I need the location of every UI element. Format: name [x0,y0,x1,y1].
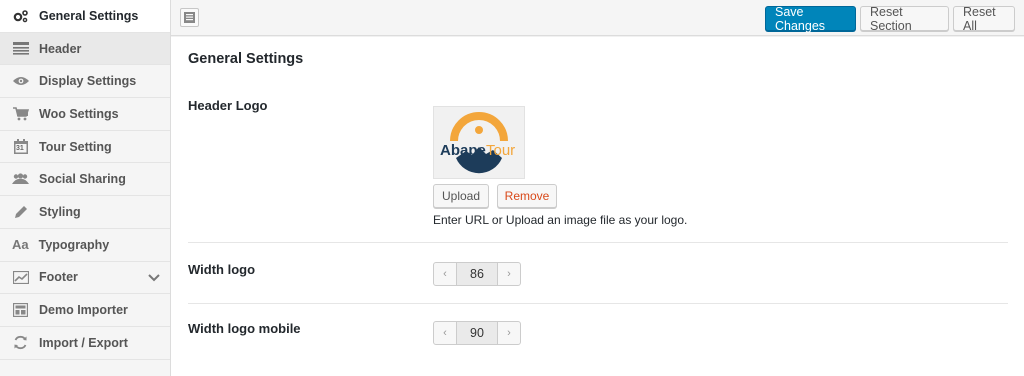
logo-text-tour: Tour [486,142,515,159]
chart-icon [12,269,29,285]
sidebar-item-label: Footer [39,270,78,285]
toolbar: Save Changes Reset Section Reset All [171,0,1024,36]
sidebar-item-footer[interactable]: Footer [0,262,170,295]
chevron-right-icon[interactable]: › [498,322,520,344]
calendar-icon: 31 [12,139,29,155]
settings-panel: General Settings Header Logo Abape Tour … [171,37,1024,376]
header-icon [12,41,29,57]
sidebar-item-tour-setting[interactable]: 31 Tour Setting [0,131,170,164]
upload-button[interactable]: Upload [433,184,490,208]
sidebar-item-header[interactable]: Header [0,32,170,66]
sidebar-item-import-export[interactable]: Import / Export [0,327,170,360]
width-logo-mobile-label: Width logo mobile [188,321,301,336]
divider [188,242,1008,243]
logo-preview: Abape Tour [433,106,525,179]
sidebar-item-label: General Settings [39,8,139,23]
sidebar-item-woo-settings[interactable]: Woo Settings [0,98,170,131]
width-logo-label: Width logo [188,262,256,277]
sidebar-item-display-settings[interactable]: Display Settings [0,65,170,99]
logo-help-text: Enter URL or Upload an image file as you… [433,213,688,227]
sidebar-item-label: Styling [39,204,81,219]
sidebar-item-label: Demo Importer [39,303,128,318]
sidebar-item-label: Social Sharing [39,172,126,187]
header-logo-label: Header Logo [188,98,268,113]
remove-button[interactable]: Remove [497,184,557,208]
divider [188,303,1008,304]
width-logo-mobile-stepper[interactable]: ‹ 90 › [433,321,521,345]
sidebar-item-label: Header [39,41,82,56]
width-logo-stepper[interactable]: ‹ 86 › [433,262,521,286]
sidebar-item-label: Tour Setting [39,139,112,154]
refresh-icon [12,335,29,351]
sidebar-item-typography[interactable]: Aa Typography [0,229,170,262]
expand-toggle-button[interactable] [180,8,199,27]
chevron-down-icon[interactable] [148,271,160,283]
sidebar-item-social-sharing[interactable]: Social Sharing [0,163,170,197]
chevron-right-icon[interactable]: › [498,263,520,285]
eye-icon [12,73,29,89]
layout-icon [12,302,29,318]
save-changes-button[interactable]: Save Changes [765,5,856,33]
reset-all-button[interactable]: Reset All [953,5,1015,33]
reset-section-button[interactable]: Reset Section [860,5,949,33]
sidebar-item-general-settings[interactable]: General Settings [0,0,170,33]
typography-icon: Aa [12,237,29,253]
sidebar-item-label: Display Settings [39,74,137,89]
list-icon [184,12,195,23]
logo-text-abape: Abape [440,142,486,159]
chevron-left-icon[interactable]: ‹ [434,322,456,344]
users-icon [12,171,29,187]
width-logo-value[interactable]: 86 [456,263,498,285]
logo-image: Abape Tour [440,111,515,173]
sidebar: General Settings Header Display Settings… [0,0,171,376]
width-logo-mobile-value[interactable]: 90 [456,322,498,344]
sidebar-item-demo-importer[interactable]: Demo Importer [0,294,170,327]
pencil-icon [12,204,29,220]
sidebar-item-label: Woo Settings [39,106,119,121]
chevron-left-icon[interactable]: ‹ [434,263,456,285]
page-title: General Settings [188,51,304,67]
sidebar-item-label: Import / Export [39,335,128,350]
sidebar-item-styling[interactable]: Styling [0,196,170,229]
sidebar-item-label: Typography [38,237,110,252]
gears-icon [12,8,29,24]
cart-icon [12,106,29,122]
